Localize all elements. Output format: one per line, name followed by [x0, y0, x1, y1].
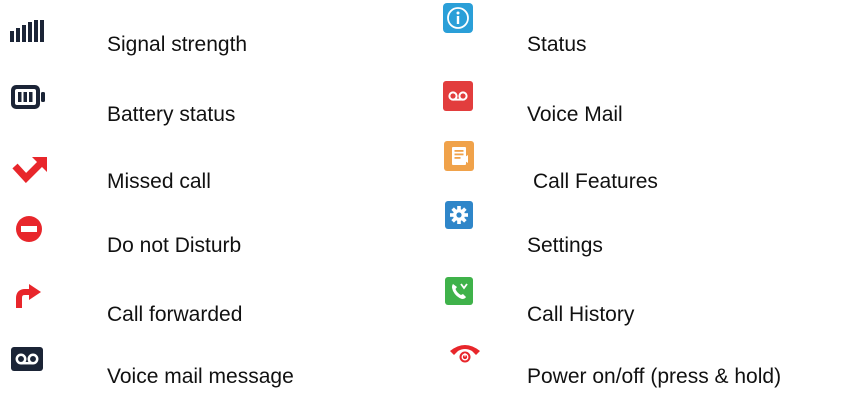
- missed-call-icon: [12, 157, 47, 183]
- settings-gear-icon: [445, 201, 473, 229]
- status-info-icon: [443, 3, 473, 33]
- voicemail-app-icon: [443, 81, 473, 111]
- legend-label-power: Power on/off (press & hold): [527, 365, 782, 388]
- legend-label-voice-mail: Voice Mail: [527, 103, 623, 126]
- legend-label-missed-call: Missed call: [107, 170, 211, 193]
- do-not-disturb-icon: [16, 216, 42, 242]
- legend-label-status: Status: [527, 33, 587, 56]
- legend-label-voice-mail-message: Voice mail message: [107, 365, 294, 388]
- power-phone-icon: [450, 345, 480, 363]
- legend-label-battery-status: Battery status: [107, 103, 236, 126]
- voicemail-message-icon: [11, 347, 43, 371]
- legend-label-call-history: Call History: [527, 303, 635, 326]
- legend-label-call-forwarded: Call forwarded: [107, 303, 243, 326]
- battery-icon: [11, 85, 45, 109]
- legend-label-signal-strength: Signal strength: [107, 33, 248, 56]
- legend-label-do-not-disturb: Do not Disturb: [107, 234, 242, 257]
- call-history-icon: [445, 277, 473, 305]
- legend-label-call-features: Call Features: [533, 170, 658, 193]
- icon-legend: Signal strength Battery status Missed ca…: [0, 0, 848, 391]
- legend-label-settings: Settings: [527, 234, 603, 257]
- call-forwarded-icon: [16, 284, 41, 308]
- call-features-icon: [444, 141, 474, 171]
- signal-strength-icon: [10, 20, 44, 42]
